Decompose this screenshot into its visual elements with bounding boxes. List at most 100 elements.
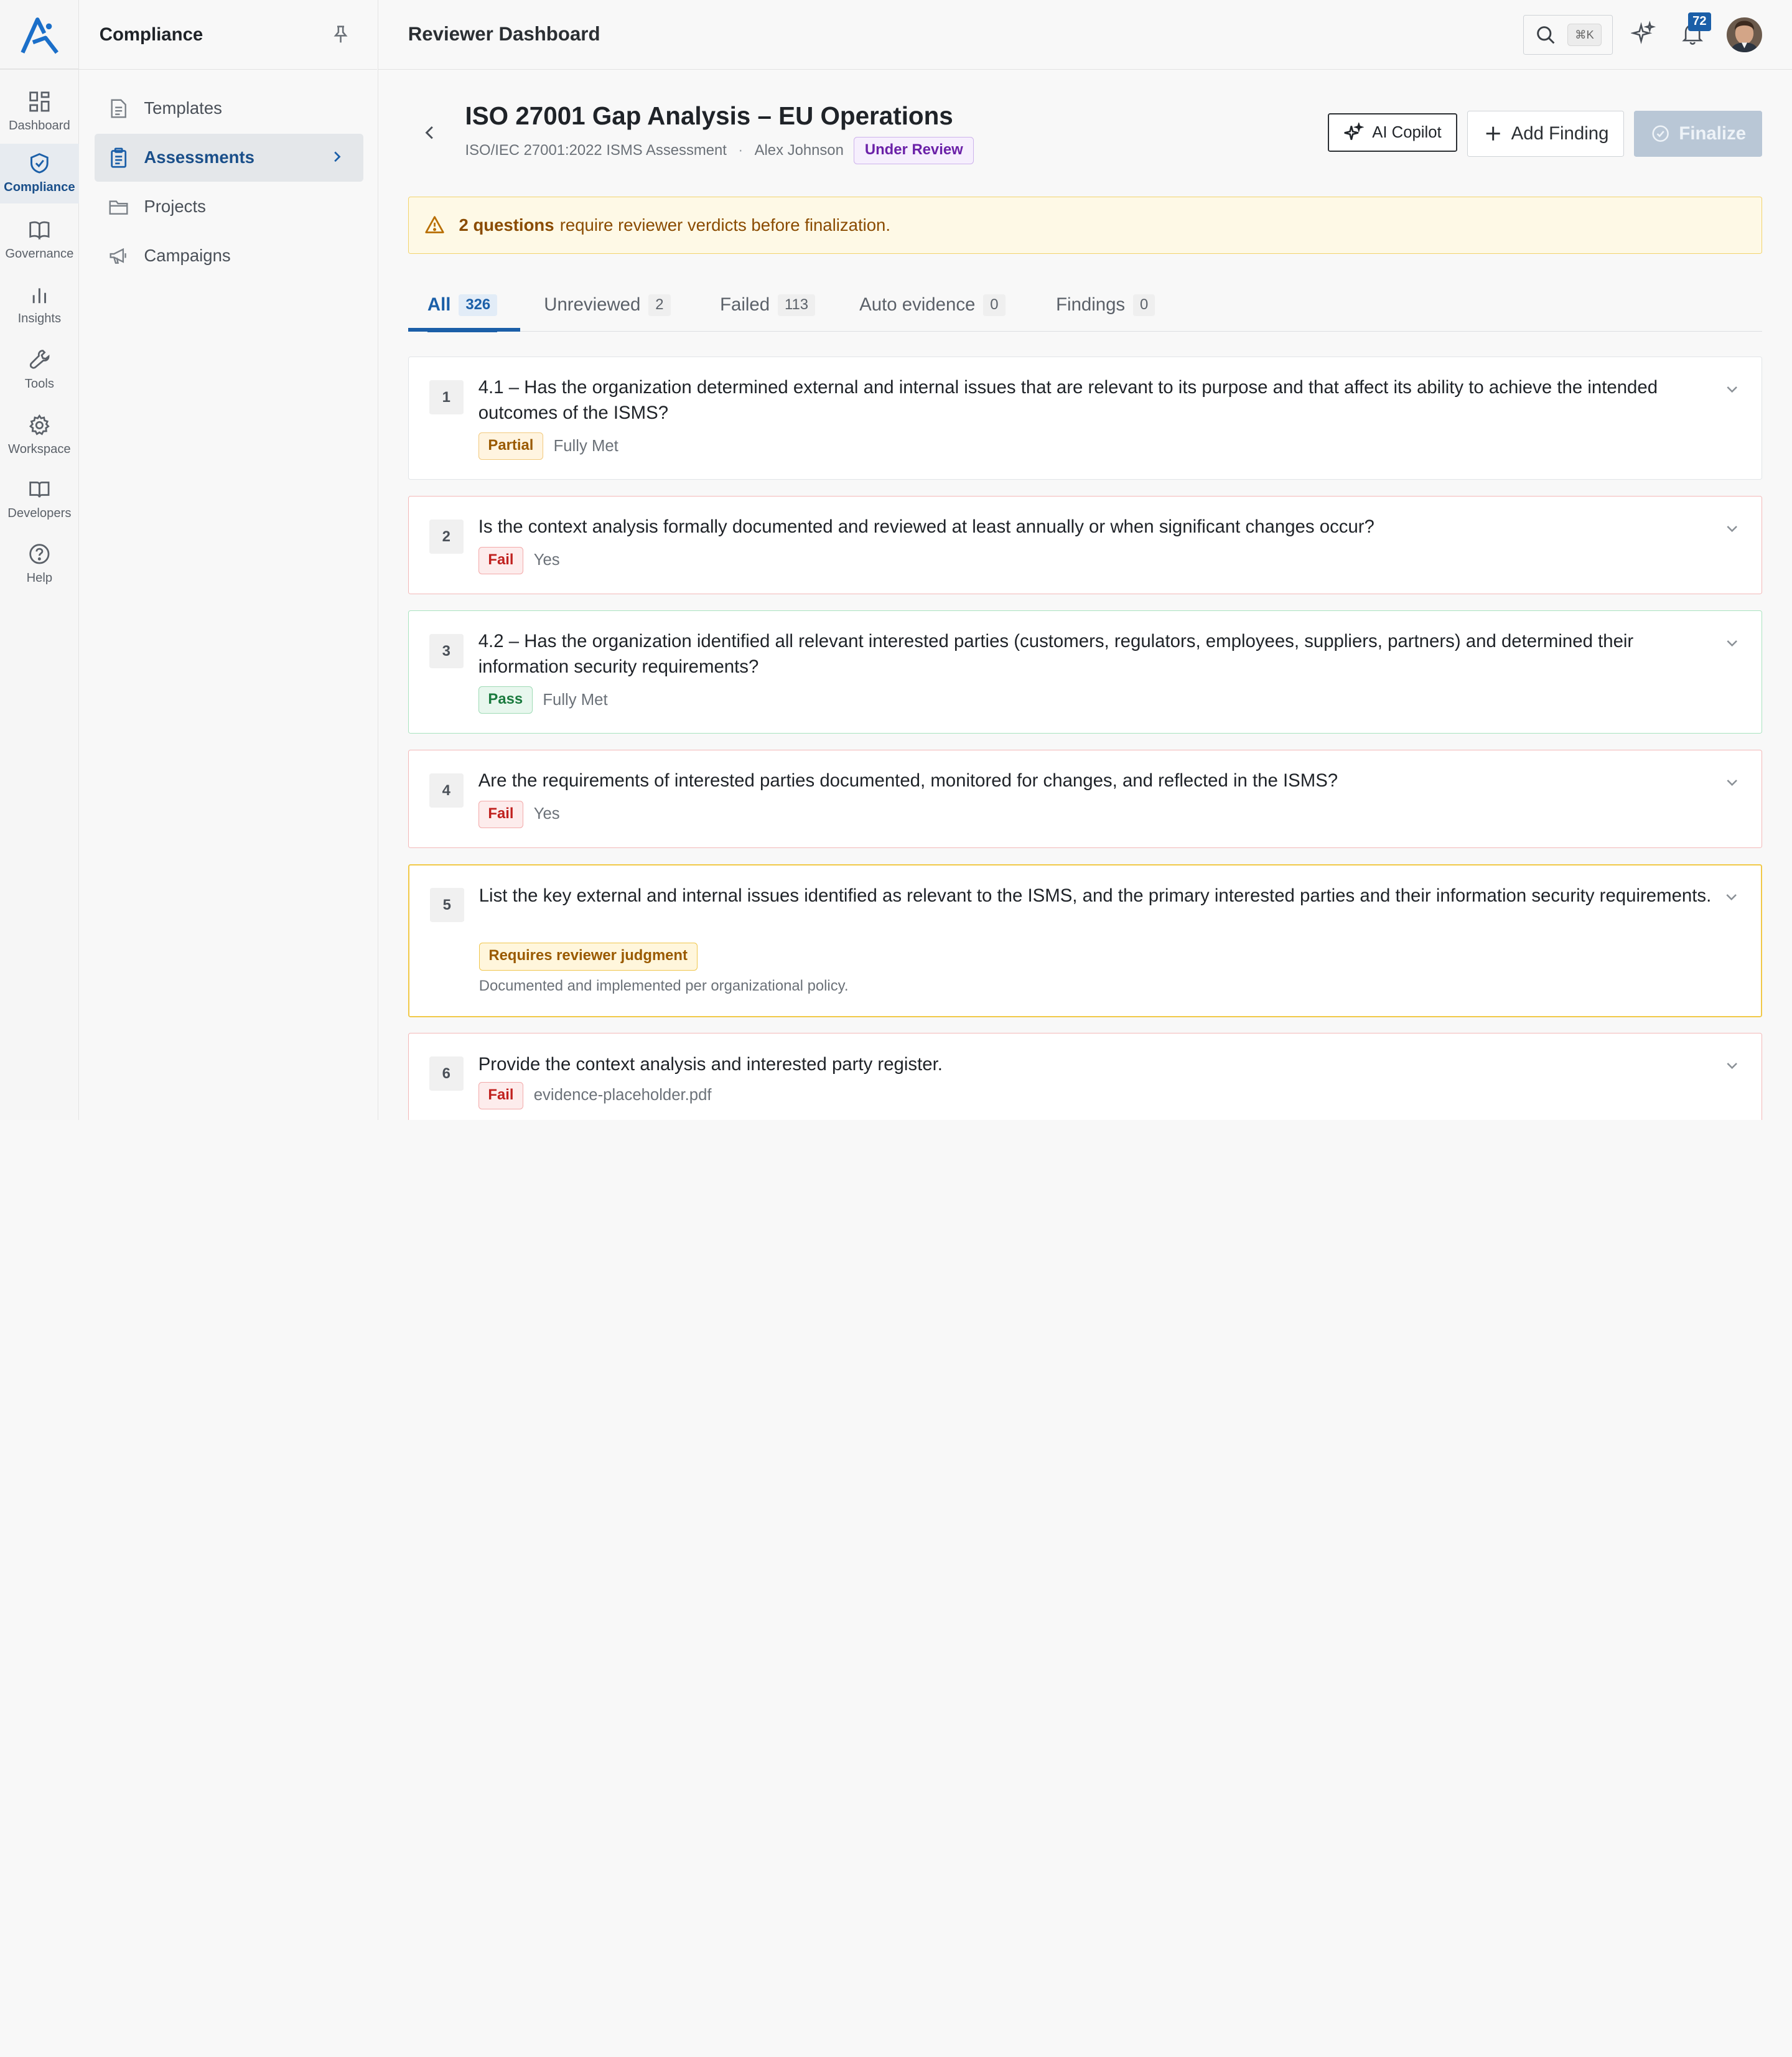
ai-copilot-label: AI Copilot: [1372, 123, 1442, 141]
tab-auto-evidence[interactable]: Auto evidence 0: [859, 279, 1006, 331]
chevron-down-icon[interactable]: [1723, 1056, 1741, 1075]
rail-item-label: Tools: [24, 377, 54, 391]
subnav-item-templates[interactable]: Templates: [95, 85, 363, 133]
answer-value: Documented and implemented per organizat…: [478, 977, 849, 994]
chevron-down-icon[interactable]: [1723, 520, 1741, 538]
rail-item-label: Help: [26, 571, 53, 585]
chevron-down-icon[interactable]: [1722, 888, 1740, 906]
tab-all[interactable]: All 326: [427, 279, 498, 333]
tab-count: 0: [1132, 294, 1155, 317]
rail-item-tools[interactable]: Tools: [0, 340, 79, 400]
question-card[interactable]: 6 Provide the context analysis and inter…: [408, 1033, 1763, 1120]
question-text: Is the context analysis formally documen…: [478, 516, 1374, 538]
tab-unreviewed[interactable]: Unreviewed 2: [544, 279, 671, 331]
avatar[interactable]: [1727, 17, 1763, 53]
bar-chart-icon: [27, 282, 52, 307]
check-circle-icon: [1650, 123, 1671, 144]
chevron-right-icon: [329, 149, 345, 165]
question-card[interactable]: 3 4.2 – Has the organization identified …: [408, 610, 1763, 734]
rail-item-label: Workspace: [8, 442, 71, 456]
question-number: 4: [429, 773, 464, 808]
question-tags: Fail Yes: [478, 800, 560, 828]
active-tab-indicator: [408, 328, 520, 332]
question-card[interactable]: 2 Is the context analysis formally docum…: [408, 496, 1763, 595]
rail-item-label: Governance: [5, 246, 74, 261]
question-text: Provide the context analysis and interes…: [478, 1053, 943, 1075]
help-circle-icon: [27, 542, 52, 567]
rail-item-label: Insights: [17, 312, 62, 326]
plus-icon: [1483, 123, 1503, 144]
clipboard-icon: [108, 147, 129, 168]
tab-count: 2: [648, 294, 671, 317]
search-shortcut: ⌘K: [1567, 23, 1602, 47]
answer-value: Fully Met: [553, 437, 618, 455]
pin-icon[interactable]: [330, 24, 351, 45]
subnav-item-projects[interactable]: Projects: [95, 183, 363, 231]
chevron-down-icon[interactable]: [1723, 380, 1741, 398]
verdict-badge: Requires reviewer judgment: [478, 943, 698, 971]
chevron-down-icon[interactable]: [1723, 634, 1741, 652]
rail-item-help[interactable]: Help: [0, 535, 79, 595]
subnav-title: Compliance: [99, 24, 203, 45]
chevron-down-icon[interactable]: [1723, 773, 1741, 791]
subnav-item-label: Templates: [144, 98, 222, 118]
evidence-file-link[interactable]: evidence-placeholder.pdf: [534, 1086, 712, 1104]
question-card[interactable]: 5 List the key external and internal iss…: [408, 864, 1763, 1017]
search-button[interactable]: ⌘K: [1523, 14, 1613, 55]
verdict-badge: Partial: [478, 432, 544, 460]
verdict-badge: Fail: [478, 546, 524, 574]
subnav-item-assessments[interactable]: Assessments: [95, 133, 364, 182]
assessment-title: ISO 27001 Gap Analysis – EU Operations: [465, 101, 953, 131]
question-filter-tabs: All 326 Unreviewed 2 Failed 113 Auto evi…: [408, 279, 1763, 333]
rail-item-label: Dashboard: [8, 119, 70, 133]
status-badge: Under Review: [854, 137, 974, 165]
wrench-icon: [27, 347, 52, 372]
rail-item-compliance[interactable]: Compliance: [0, 144, 79, 203]
framework-name: ISO/IEC 27001:2022 ISMS Assessment: [465, 142, 727, 159]
subnav-item-label: Projects: [144, 197, 206, 217]
page-title: Reviewer Dashboard: [408, 22, 600, 45]
subnav-item-campaigns[interactable]: Campaigns: [95, 232, 363, 280]
tab-label: All: [427, 294, 451, 315]
megaphone-icon: [108, 246, 129, 266]
tab-findings[interactable]: Findings 0: [1056, 279, 1155, 331]
answer-value: Yes: [533, 805, 560, 823]
alert-count: 2 questions: [459, 215, 554, 235]
tab-label: Findings: [1056, 294, 1126, 315]
answer-value: Fully Met: [543, 691, 608, 709]
tab-failed[interactable]: Failed 113: [720, 279, 816, 331]
rail-item-developers[interactable]: Developers: [0, 470, 79, 529]
rail-divider: [0, 68, 79, 70]
sparkles-icon[interactable]: [1630, 21, 1656, 45]
back-button[interactable]: [417, 120, 442, 145]
app-logo[interactable]: [18, 15, 62, 56]
document-icon: [108, 98, 129, 119]
assessment-meta: ISO/IEC 27001:2022 ISMS Assessment · Ale…: [465, 137, 974, 165]
question-card[interactable]: 1 4.1 – Has the organization determined …: [408, 357, 1763, 480]
ai-copilot-button[interactable]: AI Copilot: [1328, 113, 1457, 152]
question-tags: Fail evidence-placeholder.pdf: [478, 1081, 712, 1109]
add-finding-button[interactable]: Add Finding: [1467, 111, 1624, 157]
question-text: 4.1 – Has the organization determined ex…: [478, 377, 1658, 423]
icon-rail: Dashboard Compliance Governance Insights…: [0, 0, 79, 1120]
rail-item-workspace[interactable]: Workspace: [0, 406, 79, 465]
book-icon: [27, 217, 52, 242]
rail-item-label: Developers: [7, 506, 72, 520]
search-icon: [1536, 25, 1556, 45]
finalize-button[interactable]: Finalize: [1634, 111, 1763, 157]
question-tags: Fail Yes: [478, 546, 560, 574]
rail-item-dashboard[interactable]: Dashboard: [0, 82, 79, 142]
folder-icon: [108, 197, 129, 217]
rail-item-governance[interactable]: Governance: [0, 210, 79, 270]
grid-icon: [27, 89, 52, 114]
question-text: 4.2 – Has the organization identified al…: [478, 631, 1634, 677]
question-number: 6: [429, 1056, 464, 1091]
question-number: 2: [429, 519, 464, 554]
question-text: Are the requirements of interested parti…: [478, 770, 1338, 791]
tab-count: 0: [983, 294, 1006, 317]
answer-value: Yes: [533, 551, 560, 569]
question-card[interactable]: 4 Are the requirements of interested par…: [408, 749, 1763, 848]
rail-item-insights[interactable]: Insights: [0, 276, 79, 335]
rail-item-label: Compliance: [4, 180, 75, 195]
notification-badge: 72: [1687, 12, 1711, 31]
